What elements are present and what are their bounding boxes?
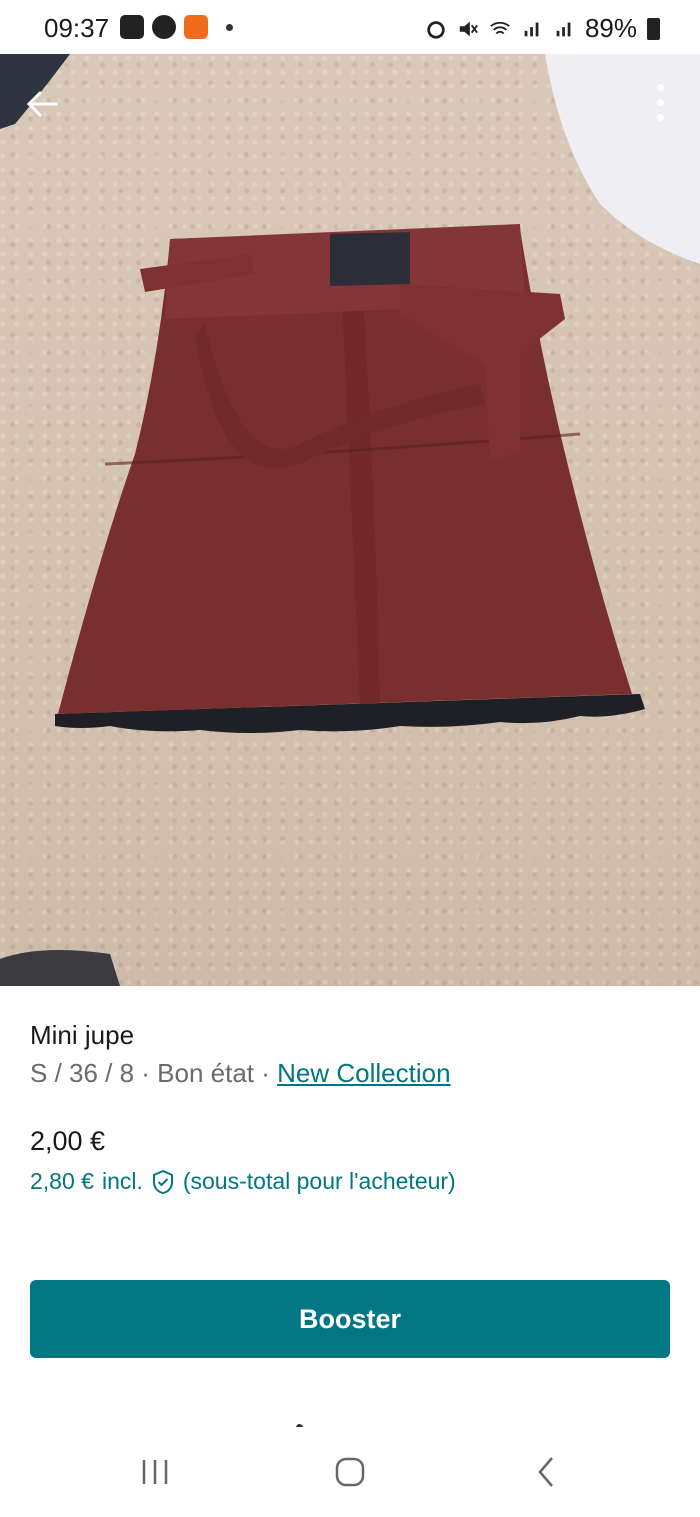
- listing-attributes: S / 36 / 8 · Bon état ·: [30, 1058, 278, 1088]
- buyer-protection-shield-icon: [152, 1169, 173, 1194]
- status-time: 09:37: [44, 13, 110, 43]
- more-dot: [656, 114, 664, 121]
- status-notification-icons: [120, 15, 233, 39]
- gallery-icon: [120, 15, 144, 39]
- app-notification-icon: [184, 15, 208, 39]
- back-nav-button[interactable]: [522, 1447, 572, 1497]
- more-options-button[interactable]: [648, 80, 672, 126]
- more-dot: [656, 84, 664, 91]
- buyer-price-note: (sous-total pour l'acheteur): [182, 1168, 456, 1194]
- listing-meta: S / 36 / 8 · Bon état · New Collection: [30, 1058, 451, 1089]
- messenger-icon: [152, 15, 176, 39]
- alarm-icon: [427, 20, 445, 39]
- listing-title: Mini jupe: [30, 1020, 135, 1050]
- skirt-image: [0, 54, 700, 986]
- system-nav-bar: [0, 1427, 700, 1517]
- more-dot: [656, 99, 664, 106]
- more-notifications-dot: [226, 23, 233, 31]
- wifi-icon: [490, 21, 510, 34]
- listing-price: 2,00 €: [30, 1126, 106, 1156]
- booster-button[interactable]: Booster: [30, 1280, 670, 1358]
- battery-icon: [647, 17, 660, 40]
- brand-link[interactable]: New Collection: [277, 1058, 450, 1088]
- status-system-icons: 89%: [425, 13, 660, 44]
- product-photo[interactable]: [0, 54, 700, 986]
- status-bar: 09:37 89%: [0, 0, 700, 54]
- battery-percent: 89%: [584, 13, 637, 43]
- buyer-price-incl: incl.: [101, 1168, 143, 1194]
- mute-icon: [459, 21, 478, 36]
- buyer-price-info[interactable]: 2,80 € incl. (sous-total pour l'acheteur…: [30, 1168, 456, 1195]
- home-button[interactable]: [325, 1447, 375, 1497]
- signal-icon: [524, 22, 539, 36]
- back-button[interactable]: [22, 84, 62, 124]
- buyer-price-value: 2,80 €: [30, 1168, 94, 1194]
- recent-apps-button[interactable]: [130, 1447, 180, 1497]
- signal-icon: [556, 22, 571, 36]
